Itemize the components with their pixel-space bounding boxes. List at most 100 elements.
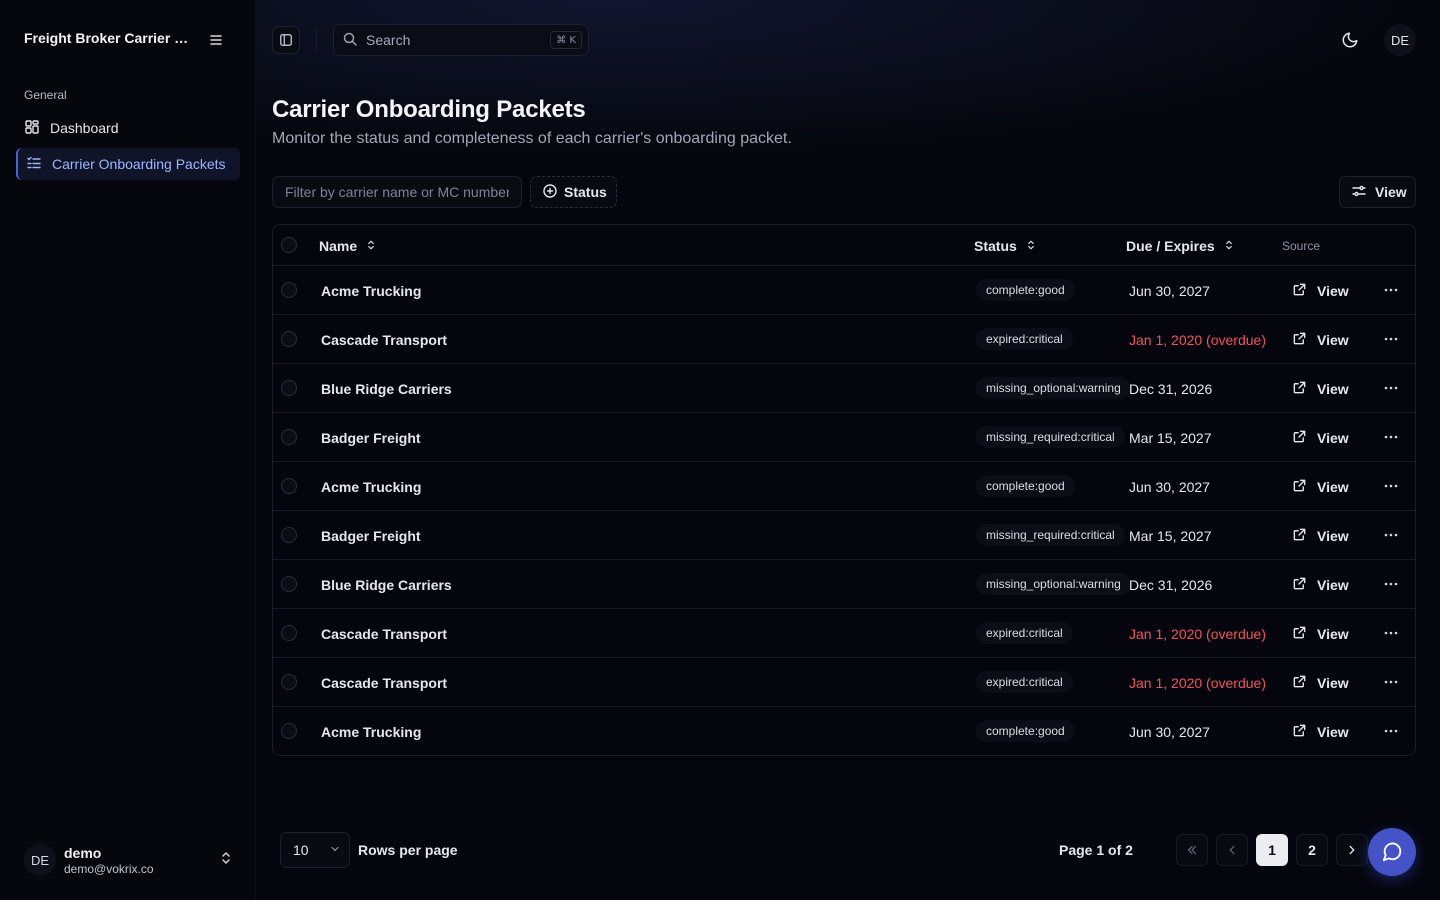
row-actions-button[interactable]: [1379, 376, 1403, 400]
theme-toggle-button[interactable]: [1336, 26, 1364, 54]
row-actions-button[interactable]: [1379, 425, 1403, 449]
view-source-link[interactable]: View: [1292, 364, 1349, 413]
row-checkbox[interactable]: [281, 331, 297, 347]
column-label: Due / Expires: [1126, 237, 1215, 254]
table-row[interactable]: Blue Ridge Carriers missing_optional:warn…: [273, 364, 1415, 413]
table-row[interactable]: Acme Trucking complete:good Jun 30, 2027 Vi…: [273, 462, 1415, 511]
chevron-right-icon: [1349, 845, 1355, 855]
table-header: Name Status Due / Expires Source: [273, 225, 1415, 266]
table-row[interactable]: Cascade Transport expired:critical Jan 1, …: [273, 609, 1415, 658]
view-source-label: View: [1317, 527, 1349, 544]
row-actions-button[interactable]: [1379, 670, 1403, 694]
next-page-button[interactable]: [1336, 834, 1368, 866]
page-button-1[interactable]: 1: [1256, 834, 1288, 866]
table-row[interactable]: Blue Ridge Carriers missing_optional:warn…: [273, 560, 1415, 609]
table-row[interactable]: Badger Freight missing_required:critical M…: [273, 413, 1415, 462]
external-link-icon: [1292, 723, 1307, 741]
view-source-link[interactable]: View: [1292, 511, 1349, 560]
table-row[interactable]: Acme Trucking complete:good Jun 30, 2027 Vi…: [273, 266, 1415, 315]
menu-icon[interactable]: [204, 28, 228, 52]
view-source-link[interactable]: View: [1292, 413, 1349, 462]
status-filter-button[interactable]: Status: [530, 176, 617, 208]
row-checkbox[interactable]: [281, 429, 297, 445]
row-checkbox[interactable]: [281, 282, 297, 298]
more-horizontal-icon: [1384, 582, 1398, 586]
row-checkbox[interactable]: [281, 723, 297, 739]
rows-per-page-select[interactable]: 10: [280, 832, 350, 868]
view-source-label: View: [1317, 331, 1349, 348]
column-label: Status: [974, 237, 1017, 254]
view-source-link[interactable]: View: [1292, 462, 1349, 511]
page-subtitle: Monitor the status and completeness of e…: [272, 130, 792, 147]
table-row[interactable]: Badger Freight missing_required:critical M…: [273, 511, 1415, 560]
view-source-label: View: [1317, 723, 1349, 740]
nav-section-label: General: [24, 88, 67, 102]
page-button-2[interactable]: 2: [1296, 834, 1328, 866]
view-source-link[interactable]: View: [1292, 266, 1349, 315]
row-checkbox[interactable]: [281, 478, 297, 494]
avatar[interactable]: DE: [1384, 24, 1416, 56]
sidebar: Freight Broker Carrier Onboarding Genera…: [0, 0, 256, 900]
row-actions-button[interactable]: [1379, 327, 1403, 351]
status-badge: expired:critical: [976, 328, 1073, 350]
view-source-link[interactable]: View: [1292, 707, 1349, 755]
chevrons-left-icon: [1187, 845, 1197, 855]
row-actions-button[interactable]: [1379, 523, 1403, 547]
search-input[interactable]: Search ⌘ K: [333, 24, 589, 56]
view-source-link[interactable]: View: [1292, 658, 1349, 707]
previous-page-button[interactable]: [1216, 834, 1248, 866]
column-header-source: Source: [1282, 238, 1321, 253]
filter-input[interactable]: [272, 176, 522, 208]
avatar: DE: [24, 844, 56, 876]
table-row[interactable]: Cascade Transport expired:critical Jan 1, …: [273, 658, 1415, 707]
toggle-sidebar-button[interactable]: [272, 26, 300, 54]
carrier-name: Badger Freight: [321, 429, 421, 446]
view-options-button[interactable]: View: [1339, 176, 1416, 208]
row-actions-button[interactable]: [1379, 719, 1403, 743]
view-source-link[interactable]: View: [1292, 560, 1349, 609]
user-menu[interactable]: DE demo demo@vokrix.co: [24, 840, 240, 880]
plus-circle-icon: [542, 183, 558, 202]
packets-table: Name Status Due / Expires Source Acme Tr…: [272, 224, 1416, 756]
row-checkbox[interactable]: [281, 527, 297, 543]
rows-per-page-value: 10: [293, 842, 309, 858]
sort-icon: [1025, 238, 1037, 254]
column-header-name[interactable]: Name: [319, 225, 377, 266]
select-all-checkbox[interactable]: [281, 237, 297, 253]
table-row[interactable]: Acme Trucking complete:good Jun 30, 2027 Vi…: [273, 707, 1415, 755]
more-horizontal-icon: [1384, 337, 1398, 341]
row-checkbox[interactable]: [281, 380, 297, 396]
column-header-status[interactable]: Status: [974, 225, 1037, 266]
row-checkbox[interactable]: [281, 625, 297, 641]
search-shortcut: ⌘ K: [550, 31, 582, 49]
row-actions-button[interactable]: [1379, 474, 1403, 498]
status-badge: missing_required:critical: [976, 524, 1125, 546]
first-page-button[interactable]: [1176, 834, 1208, 866]
due-date: Jun 30, 2027: [1129, 282, 1210, 299]
external-link-icon: [1292, 478, 1307, 496]
status-badge: expired:critical: [976, 671, 1073, 693]
carrier-name: Cascade Transport: [321, 331, 448, 348]
sort-icon: [365, 238, 377, 254]
view-source-link[interactable]: View: [1292, 315, 1349, 364]
view-source-link[interactable]: View: [1292, 609, 1349, 658]
carrier-name: Cascade Transport: [321, 625, 448, 642]
row-actions-button[interactable]: [1379, 278, 1403, 302]
view-source-label: View: [1317, 380, 1349, 397]
view-source-label: View: [1317, 674, 1349, 691]
row-checkbox[interactable]: [281, 674, 297, 690]
app-brand-title[interactable]: Freight Broker Carrier Onboarding: [24, 30, 194, 46]
column-label: Name: [319, 237, 358, 254]
column-header-due-expires[interactable]: Due / Expires: [1126, 225, 1235, 266]
sidebar-item-dashboard[interactable]: Dashboard: [16, 112, 240, 144]
user-email: demo@vokrix.co: [64, 861, 154, 876]
row-checkbox[interactable]: [281, 576, 297, 592]
row-actions-button[interactable]: [1379, 572, 1403, 596]
sort-icon: [1223, 238, 1235, 254]
row-actions-button[interactable]: [1379, 621, 1403, 645]
chat-button[interactable]: [1368, 828, 1416, 876]
due-date: Jan 1, 2020 (overdue): [1129, 331, 1266, 348]
carrier-name: Acme Trucking: [321, 723, 422, 740]
sidebar-item-carrier-onboarding-packets[interactable]: Carrier Onboarding Packets: [16, 148, 240, 180]
table-row[interactable]: Cascade Transport expired:critical Jan 1, …: [273, 315, 1415, 364]
